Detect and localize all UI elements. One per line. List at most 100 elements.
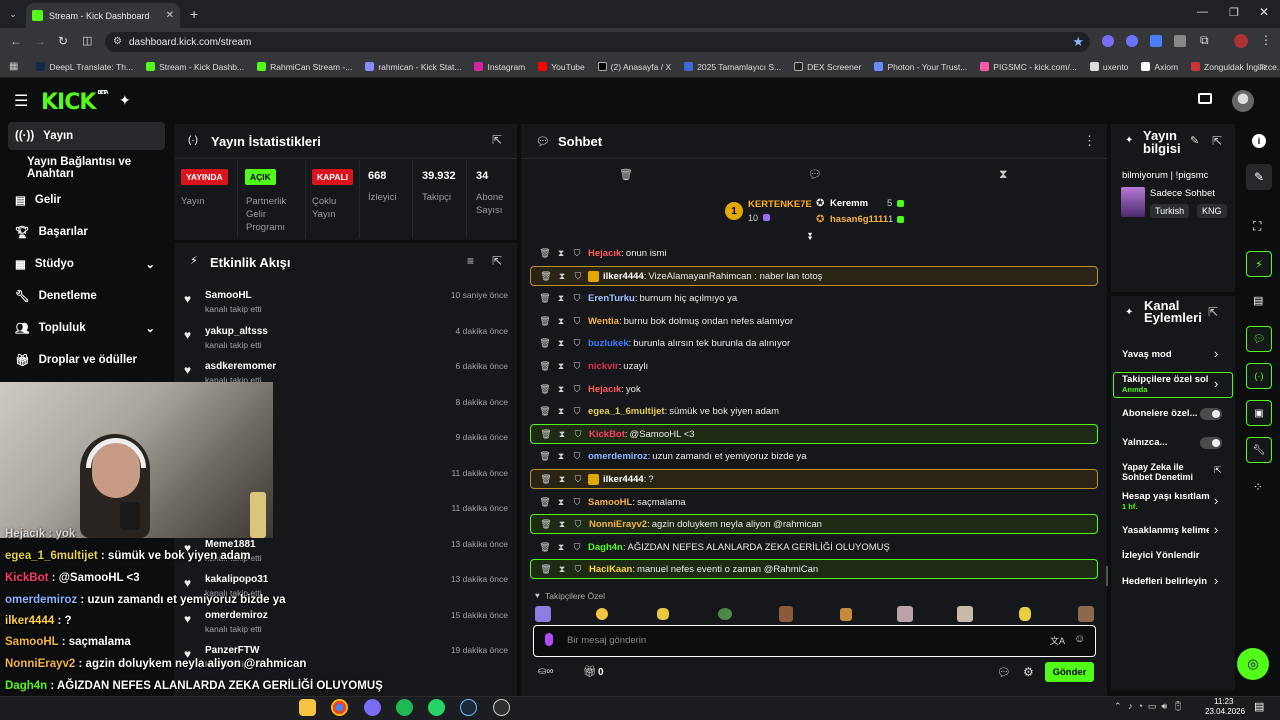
bookmark-item[interactable]: YouTube: [538, 62, 585, 72]
activity-item[interactable]: ♥ omerdemiroz kanalı takip etti 15 dakika ö…: [178, 610, 516, 646]
delete-message-icon[interactable]: 🗑︎: [538, 293, 552, 304]
chat-bubble-icon[interactable]: 💬︎: [1246, 326, 1272, 352]
browser-menu-icon[interactable]: ⋮: [1260, 33, 1272, 47]
gift-icon[interactable]: 🎁︎: [583, 665, 597, 678]
timeout-icon[interactable]: ⧗: [554, 248, 568, 259]
lightning-icon[interactable]: ⚡︎: [1246, 251, 1272, 277]
ban-shield-icon[interactable]: ⛉: [570, 361, 584, 372]
edit-pencil-icon[interactable]: ✎: [1190, 134, 1199, 147]
chat-username[interactable]: Wentia: [588, 316, 619, 327]
delete-message-icon[interactable]: 🗑︎: [538, 497, 552, 508]
chat-username[interactable]: HaciKaan: [589, 564, 632, 575]
sidebar-item-gelir[interactable]: ▤ Gelir: [8, 186, 165, 214]
ban-shield-icon[interactable]: ⛉: [570, 248, 584, 259]
chat-username[interactable]: SamooHL: [588, 497, 632, 508]
timeout-icon[interactable]: ⧗: [554, 542, 568, 553]
wrench-icon[interactable]: 🔧︎: [1246, 437, 1272, 463]
emote-icon[interactable]: [596, 608, 608, 620]
filter-icon[interactable]: ≡: [467, 254, 474, 268]
timeout-icon[interactable]: ⧗: [554, 384, 568, 395]
tag[interactable]: KNG: [1197, 204, 1227, 218]
delete-message-icon[interactable]: 🗑︎: [539, 564, 553, 575]
chrome-icon[interactable]: [331, 699, 348, 716]
ban-shield-icon[interactable]: ⛉: [570, 293, 584, 304]
popout-icon[interactable]: ⇱: [1208, 305, 1218, 319]
more-bookmarks-icon[interactable]: »: [1260, 61, 1266, 72]
chat-username[interactable]: Hejacık: [588, 248, 621, 259]
chat-message[interactable]: 🗑︎ ⧗ ⛉ ilker4444: ?: [530, 469, 1098, 489]
kick-logo[interactable]: KICK BETA: [41, 90, 109, 115]
file-explorer-icon[interactable]: [299, 699, 316, 716]
emote-icon[interactable]: [1019, 607, 1031, 621]
ban-shield-icon[interactable]: ⛉: [570, 384, 584, 395]
emote-icon[interactable]: [718, 608, 732, 620]
emote-icon[interactable]: [535, 606, 551, 622]
ban-shield-icon[interactable]: ⛉: [570, 338, 584, 349]
chat-message[interactable]: 🗑︎ ⧗ ⛉ Wentia: burnu bok dolmuş ondan nefes…: [530, 311, 1098, 331]
apps-dots-icon[interactable]: ⁘: [1253, 480, 1263, 494]
tab-search-icon[interactable]: ⌄: [6, 7, 20, 21]
chevron-right-icon[interactable]: ›: [1214, 493, 1218, 508]
bookmark-item[interactable]: Zonguldak İngilizce...: [1191, 62, 1280, 72]
delete-message-icon[interactable]: 🗑︎: [538, 384, 552, 395]
sidebar-item-studyo[interactable]: ▦ Stüdyo ⌄: [8, 250, 165, 278]
chat-input[interactable]: Bir mesaj gönderin: [567, 635, 646, 646]
extension-icon[interactable]: [1102, 35, 1114, 47]
steam-icon[interactable]: [460, 699, 477, 716]
action-slow-mode[interactable]: Yavaş mod: [1122, 349, 1172, 360]
emote-icon[interactable]: [779, 606, 793, 622]
bookmark-item[interactable]: 2025 Tamamlayıcı S...: [684, 62, 781, 72]
whatsapp-icon[interactable]: [428, 699, 445, 716]
emote-icon[interactable]: [657, 608, 669, 620]
delete-message-icon[interactable]: 🗑︎: [538, 361, 552, 372]
ban-shield-icon[interactable]: ⛉: [571, 519, 585, 530]
bookmark-item[interactable]: PIGSMC - kick.com/...: [980, 62, 1077, 72]
bookmark-item[interactable]: Photon - Your Trust...: [874, 62, 967, 72]
reload-icon[interactable]: ↻: [58, 34, 68, 48]
ban-shield-icon[interactable]: ⛉: [570, 406, 584, 417]
ban-shield-icon[interactable]: ⛉: [571, 474, 585, 485]
timeout-icon[interactable]: ⧗: [554, 316, 568, 327]
timeout-icon[interactable]: ⧗: [554, 361, 568, 372]
delete-message-icon[interactable]: 🗑︎: [539, 519, 553, 530]
notifications-icon[interactable]: ▤: [1254, 700, 1264, 713]
ban-shield-icon[interactable]: ⛉: [570, 451, 584, 462]
delete-message-icon[interactable]: 🗑︎: [538, 338, 552, 349]
tag[interactable]: Turkish: [1150, 204, 1190, 218]
delete-message-icon[interactable]: 🗑︎: [538, 406, 552, 417]
edit-pencil-icon[interactable]: ✎: [1246, 164, 1272, 190]
spotify-icon[interactable]: [396, 699, 413, 716]
sidebar-item-basarilar[interactable]: 🏆︎ Başarılar: [8, 218, 165, 246]
activity-item[interactable]: ♥ yakup_altsss kanalı takip etti 4 dakika ö…: [178, 326, 516, 362]
tray-chevron-icon[interactable]: ⌃: [1114, 701, 1122, 712]
collapse-arrow-icon[interactable]: ⏬︎: [808, 232, 813, 243]
emote-icon[interactable]: [1078, 606, 1094, 622]
action-host[interactable]: İzleyici Yönlendir: [1122, 550, 1199, 561]
action-banned-words[interactable]: Yasaklanmış kelime: [1122, 525, 1209, 536]
chat-username[interactable]: buzlukek: [588, 338, 629, 349]
delete-message-icon[interactable]: 🗑︎: [538, 451, 552, 462]
delete-message-icon[interactable]: 🗑︎: [538, 542, 552, 553]
chat-message[interactable]: 🗑︎ ⧗ ⛉ NonniErayv2: agzin doluykem neyla al…: [530, 514, 1098, 534]
send-button[interactable]: Gönder: [1045, 662, 1094, 682]
restore-icon[interactable]: ❐: [1229, 6, 1239, 19]
chevron-right-icon[interactable]: ›: [1214, 346, 1218, 361]
settings-gear-icon[interactable]: ⚙: [1023, 665, 1034, 679]
clock-date[interactable]: 23.04.2026: [1205, 707, 1245, 716]
chat-username[interactable]: omerdemiroz: [588, 451, 648, 462]
chat-message[interactable]: 🗑︎ ⧗ ⛉ buzlukek: burunla alırsın tek burunl…: [530, 333, 1098, 353]
menu-hamburger-icon[interactable]: ☰: [14, 91, 28, 111]
extension-icon[interactable]: [1150, 35, 1162, 47]
broadcast-icon[interactable]: (·): [1246, 363, 1272, 389]
bookmark-item[interactable]: rahmican - Kick Stat...: [365, 62, 461, 72]
delete-message-icon[interactable]: 🗑︎: [539, 474, 553, 485]
chat-message[interactable]: 🗑︎ ⧗ ⛉ omerdemiroz: uzun zamandı et yemiyor…: [530, 446, 1098, 466]
sidebar-item-yayin[interactable]: ((·)) Yayın: [8, 122, 165, 150]
timeout-icon[interactable]: ⧗: [555, 429, 569, 440]
site-info-icon[interactable]: ⚙: [113, 36, 122, 47]
ban-shield-icon[interactable]: ⛉: [571, 271, 585, 282]
action-ai-moderation[interactable]: Yapay Zeka ile Sohbet Denetimi: [1122, 462, 1202, 482]
chat-message[interactable]: 🗑︎ ⧗ ⛉ Hejacık: yok: [530, 379, 1098, 399]
external-link-icon[interactable]: ⇱: [1214, 465, 1222, 476]
sidebar-item-denetleme[interactable]: 🔧︎ Denetleme: [8, 282, 165, 310]
